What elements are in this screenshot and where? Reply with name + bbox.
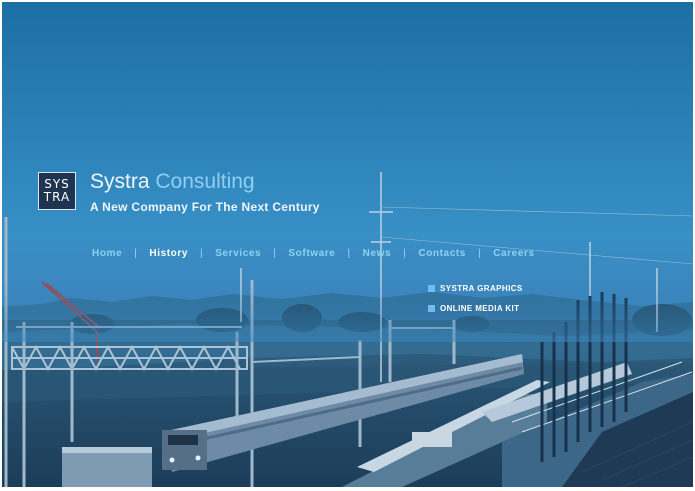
- nav-news-link[interactable]: News: [363, 248, 392, 259]
- logo-line-2: TRA: [43, 190, 71, 204]
- online-media-kit-label: ONLINE MEDIA KIT: [440, 303, 520, 313]
- nav-contacts-link[interactable]: Contacts: [418, 248, 466, 259]
- nav-separator: |: [200, 248, 204, 259]
- quick-links: SYSTRA GRAPHICS ONLINE MEDIA KIT: [428, 278, 523, 318]
- nav-history-link[interactable]: History: [149, 248, 188, 259]
- brand-suffix: Consulting: [155, 170, 255, 193]
- brand-title: Systra Consulting: [90, 170, 255, 194]
- systra-graphics-label: SYSTRA GRAPHICS: [440, 283, 523, 293]
- nav-separator: |: [477, 248, 482, 259]
- main-nav: Home | History | Services | Software | N…: [92, 248, 535, 259]
- systra-graphics-link[interactable]: SYSTRA GRAPHICS: [428, 278, 523, 298]
- nav-separator: |: [403, 248, 407, 259]
- nav-software-link[interactable]: Software: [288, 248, 335, 259]
- square-bullet-icon: [428, 304, 435, 312]
- brand-name: Systra: [90, 170, 150, 193]
- nav-services-link[interactable]: Services: [215, 248, 261, 259]
- online-media-kit-link[interactable]: ONLINE MEDIA KIT: [428, 298, 523, 318]
- railway-photo: [2, 172, 693, 487]
- nav-separator: |: [273, 248, 277, 259]
- square-bullet-icon: [428, 284, 435, 292]
- systra-logo[interactable]: SYS TRA: [38, 172, 76, 210]
- tagline: A New Company For The Next Century: [90, 200, 320, 214]
- nav-separator: |: [347, 248, 351, 259]
- hero-stage: SYS TRA Systra Consulting A New Company …: [2, 2, 693, 487]
- nav-careers-link[interactable]: Careers: [493, 248, 534, 259]
- nav-separator: |: [134, 248, 138, 259]
- nav-home-link[interactable]: Home: [92, 248, 122, 259]
